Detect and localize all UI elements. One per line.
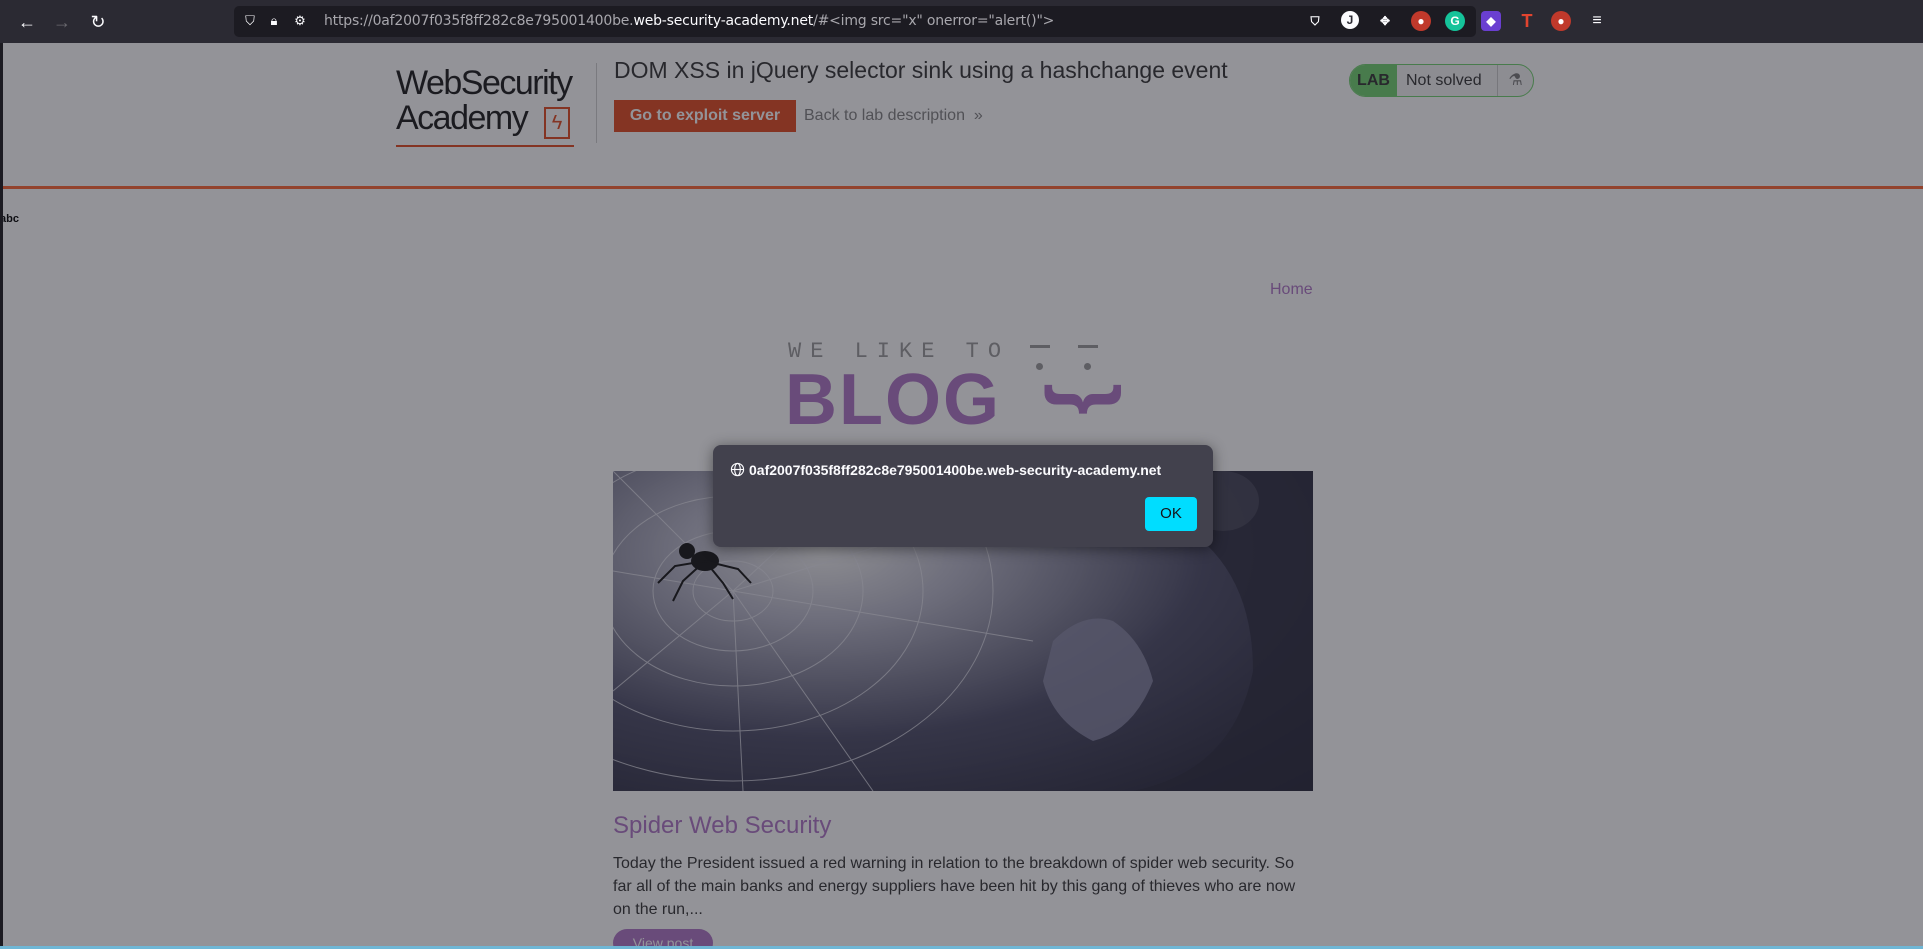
extension-red-icon[interactable]: ● xyxy=(1411,11,1431,31)
url-prefix: https://0af2007f035f8ff282c8e795001400be… xyxy=(324,13,634,29)
extension-t-icon[interactable]: T xyxy=(1517,11,1537,31)
window-left-edge xyxy=(0,43,3,949)
extension-badge-icon[interactable]: ● xyxy=(1551,11,1571,31)
extension-purple-icon[interactable]: ◆ xyxy=(1481,11,1501,31)
ok-button[interactable]: OK xyxy=(1145,497,1197,531)
url-suffix: /#<img src="x" onerror="alert()"> xyxy=(813,13,1055,29)
alert-dialog: 0af2007f035f8ff282c8e795001400be.web-sec… xyxy=(713,445,1213,547)
tracking-shield-icon[interactable]: ⛉ xyxy=(242,13,258,29)
permissions-icon[interactable]: ⚙ xyxy=(292,13,308,29)
pocket-icon[interactable]: ⛉ xyxy=(1305,11,1325,31)
extension-j-icon[interactable]: J xyxy=(1341,11,1359,29)
address-bar[interactable]: ⛉ 🔒︎ ⚙ https://0af2007f035f8ff282c8e7950… xyxy=(234,6,1476,37)
extensions-puzzle-icon[interactable]: ✥ xyxy=(1375,11,1395,31)
url-text[interactable]: https://0af2007f035f8ff282c8e795001400be… xyxy=(324,13,1054,29)
forward-arrow-icon[interactable]: → xyxy=(50,10,74,34)
reload-icon[interactable]: ↻ xyxy=(86,10,110,34)
dialog-origin: 0af2007f035f8ff282c8e795001400be.web-sec… xyxy=(749,462,1162,478)
url-host: web-security-academy.net xyxy=(633,13,814,29)
globe-icon xyxy=(730,462,745,477)
menu-hamburger-icon[interactable]: ≡ xyxy=(1587,11,1607,31)
back-arrow-icon[interactable]: ← xyxy=(15,10,39,34)
browser-toolbar: ← → ↻ ⛉ 🔒︎ ⚙ https://0af2007f035f8ff282c… xyxy=(0,0,1923,43)
lock-icon[interactable]: 🔒︎ xyxy=(266,13,282,29)
grammarly-icon[interactable]: G xyxy=(1445,11,1465,31)
